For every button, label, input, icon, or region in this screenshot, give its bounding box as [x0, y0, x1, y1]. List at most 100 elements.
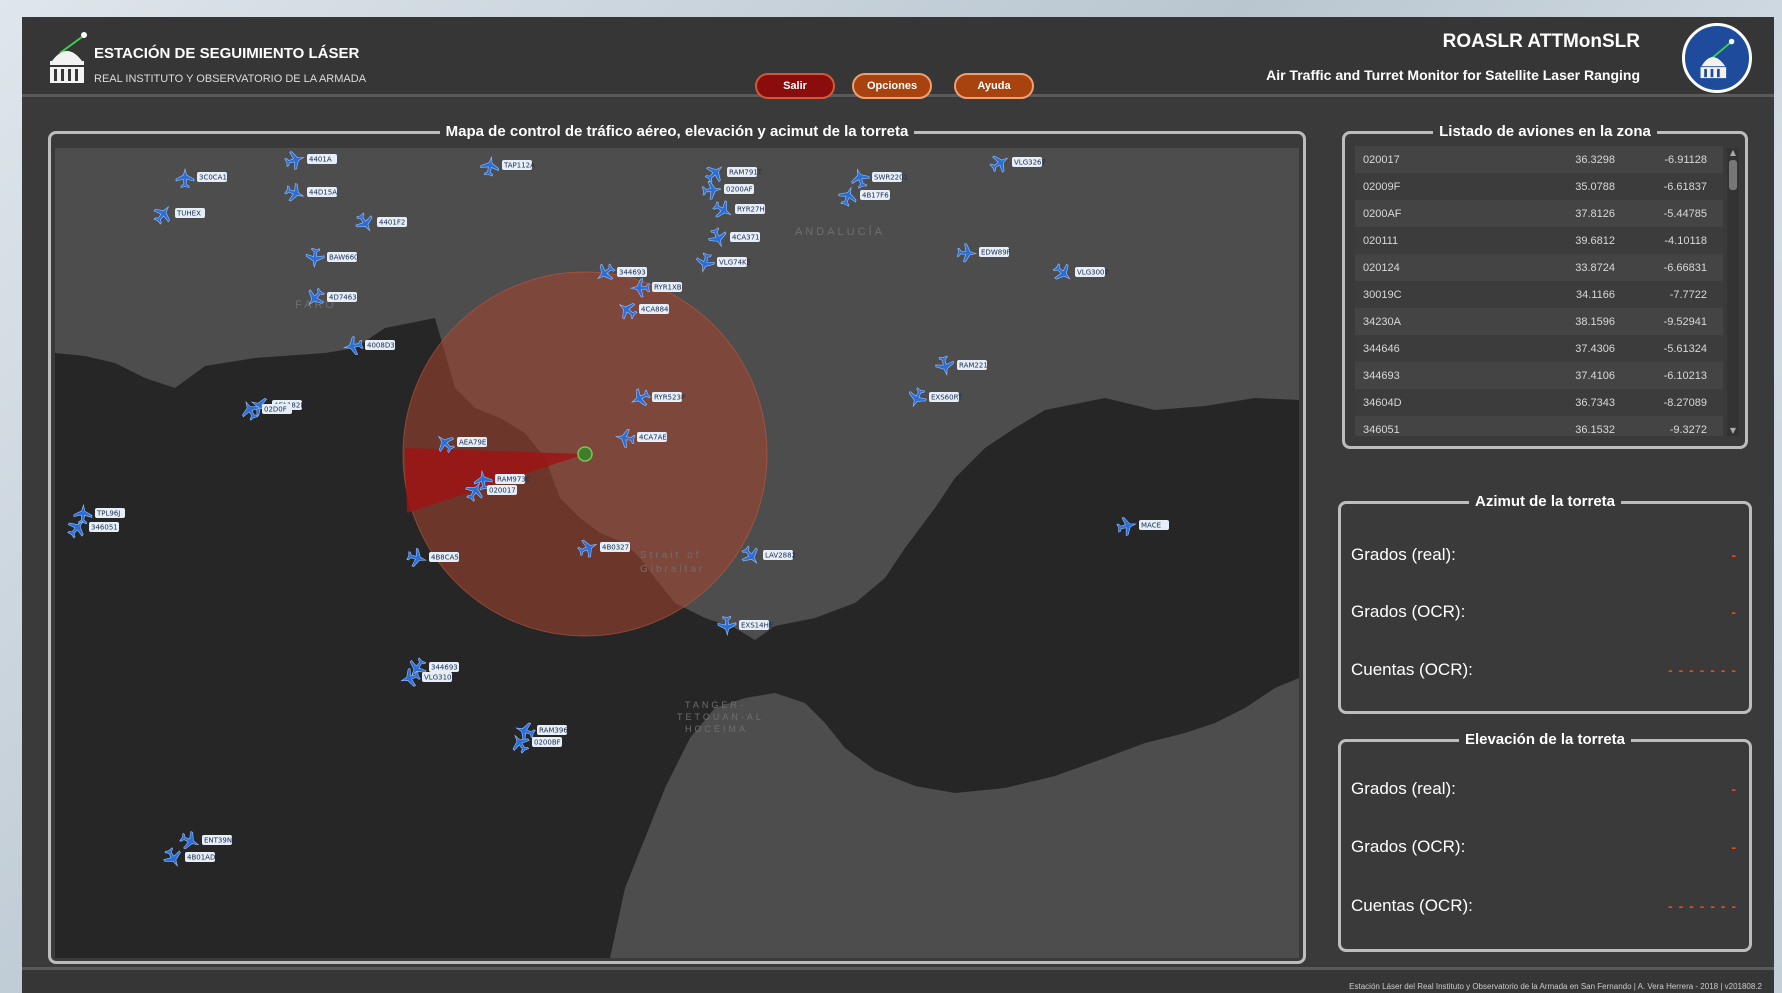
- plane-label-text: AEA79E: [459, 439, 486, 447]
- aircraft-lon-cell: -7.7722: [1669, 288, 1707, 301]
- plane-label-text: 4B17F6: [862, 192, 889, 200]
- aircraft-lat-cell: 37.8126: [1575, 207, 1615, 220]
- aircraft-list-row[interactable]: 344693 37.4106 -6.10213: [1355, 362, 1723, 389]
- azimuth-counts-label: Cuentas (OCR):: [1351, 660, 1473, 679]
- exit-button[interactable]: Salir: [755, 73, 835, 99]
- plane-label-text: EXS14HE: [741, 622, 773, 630]
- aircraft-list-row[interactable]: 344646 37.4306 -5.61324: [1355, 335, 1723, 362]
- aircraft-lon-cell: -6.91128: [1664, 153, 1707, 166]
- aircraft-list-row[interactable]: 346051 36.1532 -9.3272: [1355, 416, 1723, 436]
- plane-label-text: 0200AF: [726, 186, 753, 194]
- plane-label: 4008D3: [365, 340, 395, 350]
- elevation-counts-label: Cuentas (OCR):: [1351, 896, 1473, 915]
- observatory-logo-icon: [50, 32, 87, 83]
- plane-label-text: MACE: [1141, 522, 1161, 530]
- aircraft-icao-cell: 02009F: [1363, 180, 1401, 193]
- elevation-deg-ocr-value: -: [1731, 839, 1737, 855]
- aircraft-list-row[interactable]: 020111 39.6812 -4.10118: [1355, 227, 1723, 254]
- place-label-tanger-3: HOCEIMA: [685, 724, 748, 734]
- aircraft-lat-cell: 34.1166: [1576, 288, 1615, 301]
- plane-label-text: 4401A: [309, 156, 332, 164]
- aircraft-list-row[interactable]: 34230A 38.1596 -9.52941: [1355, 308, 1723, 335]
- aircraft-lon-cell: -4.10118: [1664, 234, 1707, 247]
- aircraft-list-row[interactable]: 02009F 35.0788 -6.61837: [1355, 173, 1723, 200]
- plane-label: 4CA884: [639, 304, 669, 314]
- plane-label: 4B17F6: [860, 190, 890, 200]
- plane-label-text: RAM221: [959, 362, 988, 370]
- help-button[interactable]: Ayuda: [954, 73, 1034, 99]
- elevation-panel-title: Elevación de la torreta: [1458, 731, 1632, 748]
- scroll-up-arrow-icon[interactable]: ▲: [1727, 148, 1739, 158]
- aircraft-lat-cell: 36.3298: [1575, 153, 1615, 166]
- aircraft-icao-cell: 344693: [1363, 369, 1400, 382]
- plane-label: 4401F2: [377, 217, 407, 227]
- elevation-panel: Elevación de la torreta Grados (real): -…: [1338, 731, 1752, 952]
- aircraft-lon-cell: -6.10213: [1663, 369, 1707, 382]
- app-subtitle: Air Traffic and Turret Monitor for Satel…: [1266, 67, 1640, 83]
- plane-label: 3C0CA1: [197, 172, 227, 182]
- azimuth-deg-ocr-value: -: [1731, 604, 1737, 620]
- plane-label: RAM973C: [495, 474, 531, 484]
- aircraft-lat-cell: 35.0788: [1575, 180, 1615, 193]
- plane-label: ENT39ND: [202, 835, 237, 845]
- azimuth-counts-row: Cuentas (OCR): - - - - - - -: [1351, 655, 1737, 685]
- plane-label-text: RAM791T: [729, 169, 763, 177]
- plane-label: RAM221: [957, 360, 988, 370]
- plane-label-text: VLG3100: [424, 674, 456, 682]
- aircraft-icao-cell: 344646: [1363, 342, 1400, 355]
- footer-credits: Estación Láser del Real Instituto y Obse…: [1349, 982, 1762, 991]
- aircraft-icao-cell: 34230A: [1363, 315, 1401, 328]
- aircraft-icao-cell: 30019C: [1363, 288, 1402, 301]
- map-panel: Mapa de control de tráfico aéreo, elevac…: [48, 123, 1306, 964]
- plane-label-text: VLG3007: [1077, 269, 1109, 277]
- aircraft-list[interactable]: 020017 36.3298 -6.91128 02009F 35.0788 -6.618…: [1355, 146, 1723, 436]
- plane-label-text: 4CA884: [641, 306, 669, 314]
- place-label-strait-1: Strait of: [640, 550, 701, 561]
- plane-label-text: TAP112A: [503, 162, 535, 170]
- plane-label-text: RYR523P: [654, 394, 685, 402]
- aircraft-lon-cell: -8.27089: [1663, 396, 1707, 409]
- aircraft-lat-cell: 36.1532: [1575, 423, 1615, 436]
- plane-label: RAM791T: [727, 167, 763, 177]
- plane-label: VLG74KE: [717, 257, 751, 267]
- aircraft-list-row[interactable]: 0200AF 37.8126 -5.44785: [1355, 200, 1723, 227]
- scroll-down-arrow-icon[interactable]: ▼: [1727, 426, 1739, 436]
- elevation-deg-real-row: Grados (real): -: [1351, 774, 1737, 804]
- plane-label-text: RYR1XB: [654, 284, 682, 292]
- elevation-counts-row: Cuentas (OCR): - - - - - - -: [1351, 891, 1737, 921]
- aircraft-list-row[interactable]: 30019C 34.1166 -7.7722: [1355, 281, 1723, 308]
- plane-label: 0200AF: [724, 184, 754, 194]
- plane-label: 4B01AD: [185, 852, 215, 862]
- aircraft-list-row[interactable]: 34604D 36.7343 -8.27089: [1355, 389, 1723, 416]
- elevation-deg-ocr-label: Grados (OCR):: [1351, 837, 1466, 856]
- plane-label-text: 344693: [619, 269, 646, 277]
- turret-position-marker: [577, 446, 593, 462]
- plane-label-text: SWR2201: [874, 174, 908, 182]
- plane-label: 02D0F: [262, 404, 292, 414]
- station-subtitle: REAL INSTITUTO Y OBSERVATORIO DE LA ARMA…: [94, 73, 367, 85]
- plane-label: 344693: [429, 662, 459, 672]
- app-title: ROASLR ATTMonSLR: [1442, 31, 1640, 52]
- plane-label-text: RAM973C: [497, 476, 531, 484]
- plane-label: RAM396: [537, 725, 568, 735]
- elevation-counts-value: - - - - - - -: [1668, 898, 1737, 914]
- plane-label-text: 344693: [431, 664, 458, 672]
- aircraft-lon-cell: -9.3272: [1669, 423, 1707, 436]
- map-canvas[interactable]: ANDALUCÍA Strait of Gibraltar TANGER- TE…: [55, 148, 1299, 958]
- plane-label-text: 3C0CA1: [199, 174, 227, 182]
- aircraft-lat-cell: 33.8724: [1575, 261, 1615, 274]
- plane-label: RYR523P: [652, 392, 685, 402]
- plane-label-text: VLG3267: [1014, 159, 1046, 167]
- aircraft-list-row[interactable]: 020124 33.8724 -6.66831: [1355, 254, 1723, 281]
- air-traffic-map[interactable]: ANDALUCÍA Strait of Gibraltar TANGER- TE…: [55, 148, 1299, 958]
- options-button[interactable]: Opciones: [852, 73, 932, 99]
- aircraft-list-panel: Listado de aviones en la zona 020017 36.3…: [1342, 123, 1748, 449]
- scroll-thumb[interactable]: [1729, 160, 1737, 190]
- plane-label-text: EDW89F: [981, 249, 1011, 257]
- plane-label: 020017: [487, 485, 517, 495]
- plane-label: TUHEX: [175, 208, 205, 218]
- aircraft-list-row[interactable]: 020017 36.3298 -6.91128: [1355, 146, 1723, 173]
- aircraft-list-scrollbar[interactable]: ▲ ▼: [1727, 148, 1739, 436]
- plane-label: 0200BF: [532, 737, 562, 747]
- app-window: ESTACIÓN DE SEGUIMIENTO LÁSER REAL INSTI…: [22, 17, 1774, 993]
